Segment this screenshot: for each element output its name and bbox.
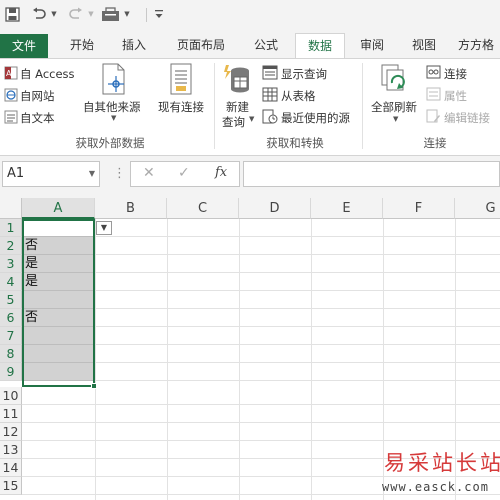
row-header[interactable]: 2 — [0, 237, 22, 255]
tab-view[interactable]: 视图 — [402, 33, 446, 58]
row-header[interactable]: 8 — [0, 345, 22, 363]
group-label-connections: 连接 — [423, 136, 447, 150]
other-sources-icon[interactable] — [100, 63, 128, 98]
row-header[interactable]: 14 — [0, 459, 22, 477]
insert-function-icon[interactable]: fx — [215, 165, 227, 180]
other-sources-dropdown-icon[interactable]: ▼ — [111, 114, 116, 122]
cancel-entry-icon[interactable]: ✕ — [143, 165, 155, 181]
data-validation-dropdown-icon[interactable]: ▼ — [96, 221, 112, 235]
formula-input[interactable] — [243, 161, 500, 187]
group-divider — [362, 63, 363, 149]
row-header[interactable]: 1 — [0, 219, 22, 237]
existing-connections-button[interactable]: 现有连接 — [158, 99, 204, 115]
row-header[interactable]: 6 — [0, 309, 22, 327]
from-table-button[interactable]: 从表格 — [281, 88, 316, 104]
tab-home[interactable]: 开始 — [60, 33, 104, 58]
refresh-all-button[interactable]: 全部刷新 — [371, 99, 417, 115]
recent-sources-button[interactable]: 最近使用的源 — [281, 110, 350, 126]
toolbar-divider — [146, 8, 147, 22]
new-query-label[interactable]: 新建 — [226, 99, 249, 115]
tab-file[interactable]: 文件 — [0, 34, 48, 58]
formula-bar-resize-icon[interactable]: ⋮ — [113, 166, 126, 181]
group-label-external-data: 获取外部数据 — [75, 136, 145, 150]
group-label-get-transform: 获取和转换 — [266, 136, 324, 150]
form-dropdown-icon[interactable]: ▼ — [122, 5, 132, 23]
edit-links-icon — [426, 109, 441, 126]
refresh-all-icon[interactable] — [380, 63, 410, 100]
access-icon: A — [4, 66, 18, 83]
column-header[interactable]: C — [167, 198, 239, 219]
from-access-button[interactable]: 自 Access — [20, 66, 75, 82]
existing-connections-icon[interactable] — [168, 63, 194, 98]
web-icon — [4, 88, 18, 105]
show-queries-icon — [262, 65, 278, 83]
name-box[interactable]: A1 ▼ — [2, 161, 100, 187]
refresh-all-dropdown-icon[interactable]: ▼ — [393, 115, 398, 123]
row-header[interactable]: 5 — [0, 291, 22, 309]
new-query-icon[interactable] — [222, 63, 252, 100]
column-header[interactable]: F — [383, 198, 455, 219]
ribbon-tab-bar: 文件 开始 插入 页面布局 公式 数据 审阅 视图 方方格 — [0, 30, 500, 59]
redo-dropdown-icon[interactable]: ▼ — [86, 5, 96, 23]
column-header[interactable]: B — [95, 198, 167, 219]
svg-text:A: A — [6, 69, 12, 78]
show-queries-button[interactable]: 显示查询 — [281, 66, 327, 82]
row-header[interactable]: 7 — [0, 327, 22, 345]
formula-buttons: ✕ ✓ fx — [130, 161, 240, 187]
name-box-dropdown-icon[interactable]: ▼ — [89, 162, 95, 186]
form-icon[interactable] — [100, 5, 122, 23]
from-web-button[interactable]: 自网站 — [20, 88, 55, 104]
tab-page-layout[interactable]: 页面布局 — [168, 33, 234, 58]
properties-button[interactable]: 属性 — [444, 88, 467, 104]
select-all-corner[interactable] — [0, 198, 22, 219]
confirm-entry-icon[interactable]: ✓ — [178, 165, 190, 181]
group-divider — [214, 63, 215, 149]
from-table-icon — [262, 87, 278, 105]
tab-formulas[interactable]: 公式 — [244, 33, 288, 58]
row-header[interactable]: 10 — [0, 387, 22, 405]
save-icon[interactable] — [3, 5, 21, 23]
quick-access-toolbar: ▼ ▼ ▼ — [0, 0, 500, 30]
recent-sources-icon — [262, 109, 278, 127]
new-query-label-2[interactable]: 查询 — [222, 114, 245, 130]
customize-toolbar-icon[interactable] — [153, 5, 165, 23]
row-header[interactable]: 4 — [0, 273, 22, 291]
undo-icon[interactable] — [30, 5, 48, 23]
column-header[interactable]: A — [22, 198, 95, 219]
connections-button[interactable]: 连接 — [444, 66, 467, 82]
row-header[interactable]: 11 — [0, 405, 22, 423]
tab-review[interactable]: 审阅 — [350, 33, 394, 58]
column-header[interactable]: D — [239, 198, 311, 219]
tab-insert[interactable]: 插入 — [112, 33, 156, 58]
from-text-button[interactable]: 自文本 — [20, 110, 55, 126]
row-header[interactable]: 9 — [0, 363, 22, 381]
text-file-icon — [4, 110, 18, 127]
row-header[interactable]: 13 — [0, 441, 22, 459]
fill-handle[interactable] — [91, 383, 97, 389]
column-header[interactable]: G — [455, 198, 500, 219]
other-sources-button[interactable]: 自其他来源 — [83, 99, 141, 115]
watermark-logo: 易采站长站 — [384, 451, 500, 475]
properties-icon — [426, 87, 441, 104]
tab-custom[interactable]: 方方格 — [458, 33, 500, 58]
row-header[interactable]: 12 — [0, 423, 22, 441]
undo-dropdown-icon[interactable]: ▼ — [49, 5, 59, 23]
connections-icon — [426, 65, 441, 82]
redo-icon[interactable] — [66, 5, 84, 23]
new-query-dropdown-icon[interactable]: ▼ — [249, 115, 254, 123]
formula-bar: A1 ▼ ⋮ ✕ ✓ fx — [0, 156, 500, 198]
watermark-url: www.easck.com — [382, 480, 489, 494]
row-header[interactable]: 15 — [0, 477, 22, 495]
column-header[interactable]: E — [311, 198, 383, 219]
tab-data[interactable]: 数据 — [295, 33, 345, 59]
row-header[interactable]: 3 — [0, 255, 22, 273]
ribbon-panel: A 自 Access 自网站 自文本 自其他来源 ▼ 现有连接 获取外部数据 新… — [0, 58, 500, 156]
name-box-value: A1 — [7, 166, 25, 181]
edit-links-button[interactable]: 编辑链接 — [444, 110, 490, 126]
